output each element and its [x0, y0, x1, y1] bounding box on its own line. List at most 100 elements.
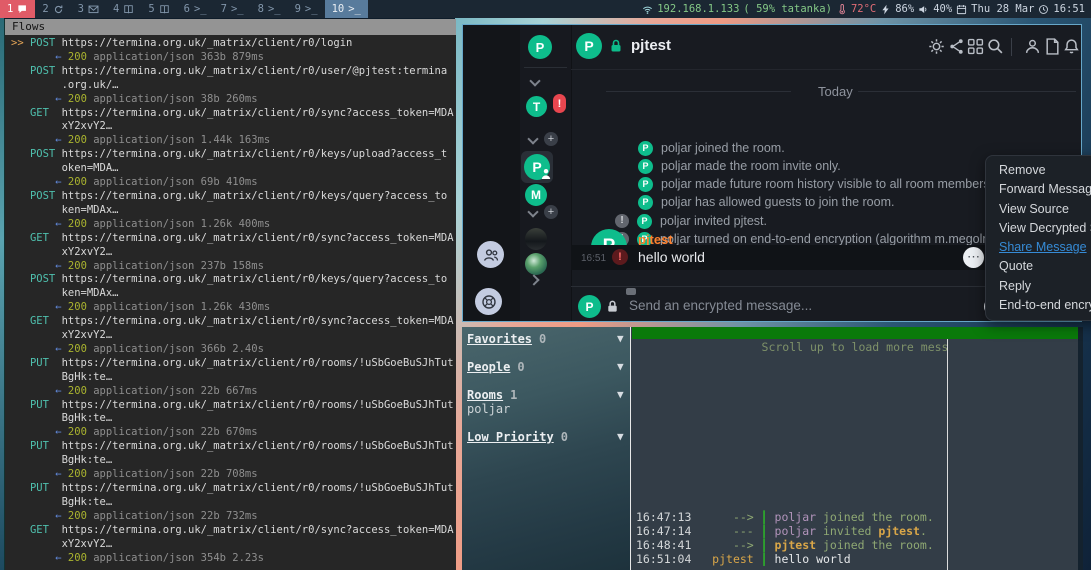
chevron-down-icon[interactable]	[527, 133, 538, 144]
flow-line[interactable]: ← 200 application/json 354b 2.23s	[11, 552, 456, 566]
add-room-button[interactable]: +	[544, 132, 558, 146]
flow-line[interactable]: ← 200 application/json 69b 410ms	[11, 176, 456, 190]
workspace-8[interactable]: 8>_	[251, 0, 288, 18]
room-avatar-image[interactable]	[525, 253, 547, 275]
chevron-down-icon[interactable]	[527, 206, 538, 217]
flow-line[interactable]: ← 200 application/json 1.26k 400ms	[11, 218, 456, 232]
flow-line[interactable]: ← 200 application/json 1.26k 430ms	[11, 301, 456, 315]
settings-button[interactable]	[928, 38, 945, 60]
workspace-10[interactable]: 10>_	[325, 0, 368, 18]
flow-line[interactable]: POST https://termina.org.uk/_matrix/clie…	[11, 65, 456, 79]
flow-line[interactable]: PUT https://termina.org.uk/_matrix/clien…	[11, 482, 456, 496]
flow-line[interactable]: ken=MDAx…	[11, 204, 456, 218]
members-button[interactable]	[1024, 38, 1041, 60]
flow-line[interactable]: ← 200 application/json 38b 260ms	[11, 93, 456, 107]
flows-list[interactable]: >> POST https://termina.org.uk/_matrix/c…	[5, 35, 456, 567]
search-button[interactable]	[987, 38, 1004, 60]
workspace-4[interactable]: 4	[106, 0, 141, 18]
collapse-triangle-icon[interactable]: ▼	[617, 388, 624, 401]
workspace-2[interactable]: 2	[35, 0, 70, 18]
collapse-triangle-icon[interactable]: ▼	[617, 332, 624, 345]
flow-line[interactable]: ← 200 application/json 363b 879ms	[11, 51, 456, 65]
flow-line[interactable]: GET https://termina.org.uk/_matrix/clien…	[11, 315, 456, 329]
wifi-icon	[642, 4, 653, 15]
flow-line[interactable]: POST https://termina.org.uk/_matrix/clie…	[11, 273, 456, 287]
members-button[interactable]	[477, 241, 504, 268]
flow-line[interactable]: PUT https://termina.org.uk/_matrix/clien…	[11, 357, 456, 371]
flow-line[interactable]: oken=MDA…	[11, 162, 456, 176]
notifications-button[interactable]	[1063, 38, 1080, 60]
share-button[interactable]	[948, 38, 965, 60]
buffer-section-low-priority[interactable]: Low Priority0	[467, 430, 568, 444]
collapse-triangle-icon[interactable]: ▼	[617, 430, 624, 443]
send-error-icon[interactable]: !	[612, 249, 628, 265]
flow-line[interactable]: GET https://termina.org.uk/_matrix/clien…	[11, 107, 456, 121]
flow-line[interactable]: xY2xvY2…	[11, 329, 456, 343]
menu-item-forward-message[interactable]: Forward Message	[986, 180, 1091, 199]
menu-item-remove[interactable]: Remove	[986, 161, 1091, 180]
workspace-9[interactable]: 9>_	[288, 0, 325, 18]
menu-item-share-message[interactable]: Share Message	[986, 238, 1091, 257]
apps-button[interactable]	[967, 38, 984, 60]
flow-line[interactable]: PUT https://termina.org.uk/_matrix/clien…	[11, 440, 456, 454]
menu-item-e2e-encryption[interactable]: End-to-end encry	[986, 296, 1091, 315]
power-percent: 86%	[895, 3, 914, 15]
workspace-6[interactable]: 6>_	[177, 0, 214, 18]
flow-line[interactable]: .org.uk/…	[11, 79, 456, 93]
files-button[interactable]	[1044, 38, 1061, 60]
message-input[interactable]: Send an encrypted message...	[629, 298, 812, 313]
room-avatar-image[interactable]	[525, 228, 547, 250]
flow-line[interactable]: POST https://termina.org.uk/_matrix/clie…	[11, 148, 456, 162]
date-divider-line	[606, 91, 791, 92]
flow-line[interactable]: POST https://termina.org.uk/_matrix/clie…	[11, 190, 456, 204]
menu-item-reply[interactable]: Reply	[986, 277, 1091, 296]
room-avatar-m[interactable]: M	[525, 184, 547, 206]
chevron-right-icon[interactable]	[528, 274, 539, 285]
book-icon	[159, 4, 170, 15]
panel-separator[interactable]	[630, 327, 631, 570]
user-avatar[interactable]: P	[528, 35, 552, 59]
flow-line[interactable]: BgHk:te…	[11, 371, 456, 385]
flow-line[interactable]: ken=MDAx…	[11, 287, 456, 301]
buffer-item-poljar[interactable]: poljar	[467, 402, 510, 416]
buffer-section-favorites[interactable]: Favorites0	[467, 332, 546, 346]
message-options-button[interactable]: ⋯	[963, 247, 984, 268]
flow-line[interactable]: ← 200 application/json 366b 2.40s	[11, 343, 456, 357]
flow-line[interactable]: ← 200 application/json 22b 670ms	[11, 426, 456, 440]
flow-line[interactable]: BgHk:te…	[11, 412, 456, 426]
help-button[interactable]	[475, 288, 502, 315]
chevron-down-icon[interactable]	[529, 75, 540, 86]
room-avatar-invite[interactable]: T	[526, 96, 547, 117]
flow-line[interactable]: xY2xvY2…	[11, 538, 456, 552]
menu-item-view-decrypted-source[interactable]: View Decrypted S	[986, 219, 1091, 238]
flow-line[interactable]: ← 200 application/json 22b 732ms	[11, 510, 456, 524]
workspace-3[interactable]: 3	[71, 0, 106, 18]
flow-line[interactable]: PUT https://termina.org.uk/_matrix/clien…	[11, 399, 456, 413]
flow-line[interactable]: xY2xvY2…	[11, 246, 456, 260]
buffer-section-people[interactable]: People0	[467, 360, 525, 374]
flow-line[interactable]: GET https://termina.org.uk/_matrix/clien…	[11, 524, 456, 538]
flow-line[interactable]: ← 200 application/json 22b 667ms	[11, 385, 456, 399]
add-room-button[interactable]: +	[544, 205, 558, 219]
flow-line[interactable]: BgHk:te…	[11, 496, 456, 510]
flow-line[interactable]: ← 200 application/json 1.44k 163ms	[11, 134, 456, 148]
flow-line[interactable]: GET https://termina.org.uk/_matrix/clien…	[11, 232, 456, 246]
nicklist-separator[interactable]	[947, 339, 948, 570]
room-avatar[interactable]: pjtestP	[576, 33, 602, 59]
flow-line[interactable]: ← 200 application/json 22b 708ms	[11, 468, 456, 482]
weechat-window: Scroll up to load more mess 16:47:13 -->…	[631, 327, 1083, 570]
collapse-triangle-icon[interactable]: ▼	[617, 360, 624, 373]
buffer-section-rooms[interactable]: Rooms1	[467, 388, 517, 402]
menu-item-view-source[interactable]: View Source	[986, 200, 1091, 219]
flow-line[interactable]: ← 200 application/json 237b 158ms	[11, 260, 456, 274]
workspace-7[interactable]: 7>_	[214, 0, 251, 18]
flow-line[interactable]: xY2xvY2…	[11, 120, 456, 134]
workspace-1[interactable]: 1	[0, 0, 35, 18]
flow-line[interactable]: >> POST https://termina.org.uk/_matrix/c…	[11, 37, 456, 51]
refresh-icon	[53, 4, 64, 15]
flow-line[interactable]: BgHk:te…	[11, 454, 456, 468]
menu-item-quote[interactable]: Quote	[986, 257, 1091, 276]
top-bar: 1 2 3 4 5 6>_ 7>_ 8>_ 9>_ 10>_ 192.168.1…	[0, 0, 1091, 18]
chat-log[interactable]: 16:47:13 --> ┃ poljar joined the room.16…	[636, 510, 934, 566]
workspace-5[interactable]: 5	[141, 0, 176, 18]
